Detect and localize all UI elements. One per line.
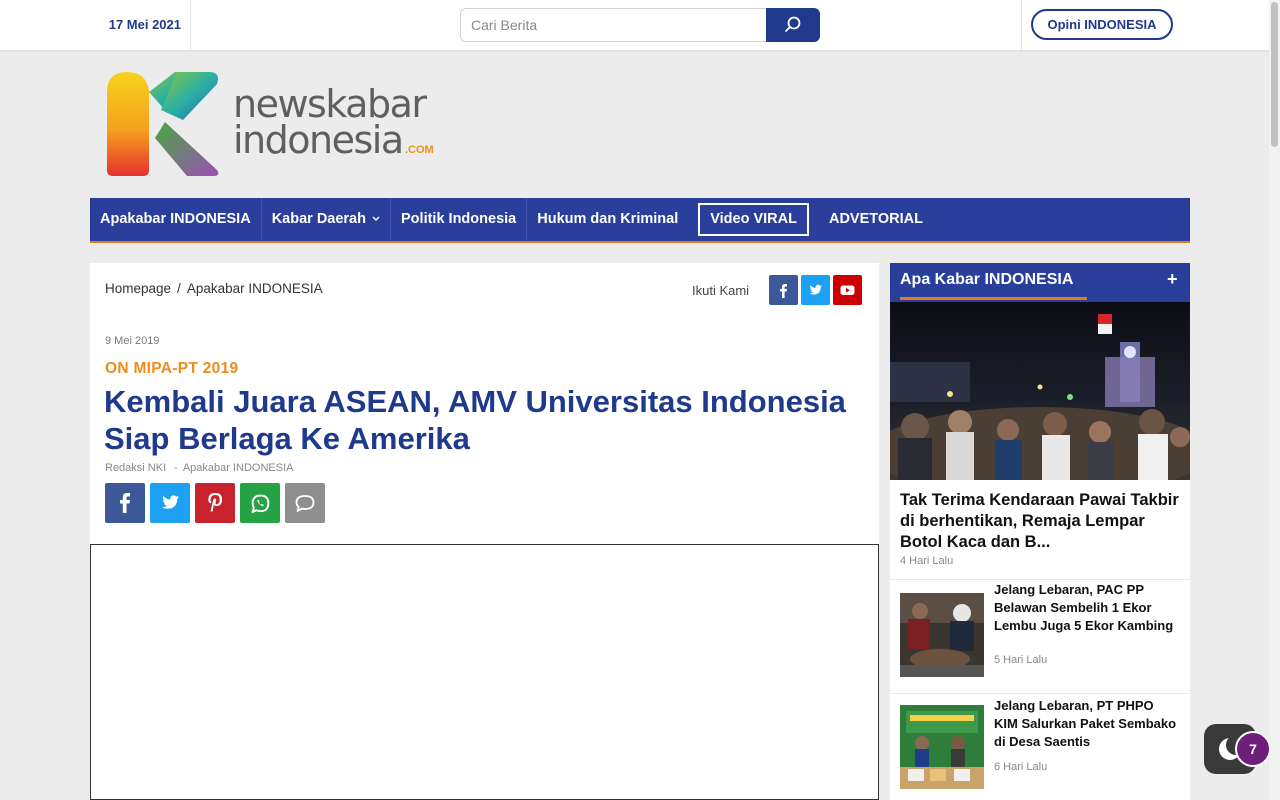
facebook-icon bbox=[780, 284, 787, 298]
main-nav: Apakabar INDONESIA Kabar Daerah Politik … bbox=[90, 198, 1190, 243]
list-item-thumbnail bbox=[900, 593, 984, 677]
slaughter-photo bbox=[900, 593, 984, 677]
expand-icon[interactable]: + bbox=[1167, 269, 1178, 290]
youtube-icon bbox=[840, 285, 855, 295]
nav-item-advetorial[interactable]: ADVETORIAL bbox=[819, 198, 933, 241]
sidebar-widget: Apa Kabar INDONESIA + Tak Terima Kendara… bbox=[890, 263, 1190, 800]
article-card: Homepage / Apakabar INDONESIA Ikuti Kami 9… bbox=[90, 263, 879, 800]
article-headline: Kembali Juara ASEAN, AMV Universitas Ind… bbox=[104, 384, 846, 456]
scrollbar-thumb[interactable] bbox=[1271, 2, 1278, 147]
article-media-frame[interactable] bbox=[90, 544, 879, 800]
whatsapp-icon bbox=[251, 494, 270, 513]
nav-label: Politik Indonesia bbox=[401, 211, 517, 227]
nav-label: Apakabar INDONESIA bbox=[100, 211, 251, 227]
donation-photo bbox=[900, 705, 984, 789]
share-pinterest-button[interactable] bbox=[195, 483, 235, 523]
logo-word-indonesia: indonesia bbox=[233, 118, 404, 162]
share-twitter-button[interactable] bbox=[150, 483, 190, 523]
notification-badge[interactable]: 7 bbox=[1235, 731, 1271, 767]
search-form bbox=[460, 8, 820, 42]
featured-time: 4 Hari Lalu bbox=[900, 555, 954, 567]
byline: Redaksi NKI - Apakabar INDONESIA bbox=[105, 462, 293, 474]
byline-separator: - bbox=[174, 462, 178, 474]
current-date: 17 Mei 2021 bbox=[90, 0, 191, 50]
nav-item-video-viral[interactable]: Video VIRAL bbox=[688, 198, 819, 241]
nav-label: Kabar Daerah bbox=[271, 211, 366, 227]
share-comment-button[interactable] bbox=[285, 483, 325, 523]
nav-item-hukum[interactable]: Hukum dan Kriminal bbox=[527, 198, 688, 241]
crowd-night-photo bbox=[890, 302, 1190, 480]
logo-mark-icon bbox=[107, 72, 219, 176]
logo-suffix: .COM bbox=[405, 144, 434, 156]
sidebar-header: Apa Kabar INDONESIA + bbox=[890, 263, 1190, 302]
article-kicker: ON MIPA-PT 2019 bbox=[105, 360, 239, 377]
featured-image[interactable] bbox=[890, 302, 1190, 480]
page-scrollbar[interactable] bbox=[1269, 0, 1280, 800]
opini-button[interactable]: Opini INDONESIA bbox=[1031, 9, 1173, 40]
site-logo[interactable]: newskabar indonesia .COM bbox=[105, 70, 445, 178]
publish-date: 9 Mei 2019 bbox=[105, 335, 160, 347]
pinterest-icon bbox=[208, 493, 222, 512]
follow-label: Ikuti Kami bbox=[692, 283, 750, 298]
breadcrumb-separator: / bbox=[177, 281, 181, 296]
nav-item-apakabar[interactable]: Apakabar INDONESIA bbox=[90, 198, 262, 241]
search-icon bbox=[785, 16, 801, 32]
share-whatsapp-button[interactable] bbox=[240, 483, 280, 523]
list-item-time: 6 Hari Lalu bbox=[994, 761, 1048, 773]
comment-icon bbox=[295, 495, 315, 512]
chevron-down-icon bbox=[372, 216, 380, 221]
top-bar: 17 Mei 2021 Opini INDONESIA bbox=[0, 0, 1280, 50]
sidebar-title-underline bbox=[900, 297, 1087, 300]
facebook-icon bbox=[120, 493, 130, 513]
featured-headline[interactable]: Tak Terima Kendaraan Pawai Takbir di ber… bbox=[900, 490, 1182, 553]
search-button[interactable] bbox=[766, 8, 820, 42]
list-item-title[interactable]: Jelang Lebaran, PAC PP Belawan Sembelih … bbox=[994, 581, 1180, 635]
search-input[interactable] bbox=[460, 8, 770, 42]
category-link[interactable]: Apakabar INDONESIA bbox=[183, 462, 294, 474]
opini-section: Opini INDONESIA bbox=[1021, 0, 1191, 50]
follow-youtube-button[interactable] bbox=[833, 275, 862, 305]
nav-item-kabar-daerah[interactable]: Kabar Daerah bbox=[262, 198, 392, 241]
list-item[interactable]: Jelang Lebaran, PAC PP Belawan Sembelih … bbox=[890, 579, 1190, 693]
list-item[interactable]: Jelang Lebaran, PT PHPO KIM Salurkan Pak… bbox=[890, 693, 1190, 800]
breadcrumb-category[interactable]: Apakabar INDONESIA bbox=[187, 281, 323, 296]
breadcrumb: Homepage / Apakabar INDONESIA bbox=[105, 281, 323, 296]
follow-twitter-button[interactable] bbox=[801, 275, 830, 305]
sidebar-title: Apa Kabar INDONESIA bbox=[900, 271, 1074, 288]
follow-facebook-button[interactable] bbox=[769, 275, 798, 305]
nav-item-politik[interactable]: Politik Indonesia bbox=[391, 198, 528, 241]
list-item-title[interactable]: Jelang Lebaran, PT PHPO KIM Salurkan Pak… bbox=[994, 697, 1180, 751]
nav-label: Hukum dan Kriminal bbox=[537, 211, 679, 227]
twitter-icon bbox=[809, 284, 822, 295]
list-item-time: 5 Hari Lalu bbox=[994, 654, 1048, 666]
twitter-icon bbox=[162, 495, 179, 509]
breadcrumb-home[interactable]: Homepage bbox=[105, 281, 171, 296]
list-item-thumbnail bbox=[900, 705, 984, 789]
author-link[interactable]: Redaksi NKI bbox=[105, 462, 166, 474]
nav-label: ADVETORIAL bbox=[828, 211, 923, 227]
share-facebook-button[interactable] bbox=[105, 483, 145, 523]
nav-label: Video VIRAL bbox=[698, 203, 809, 236]
